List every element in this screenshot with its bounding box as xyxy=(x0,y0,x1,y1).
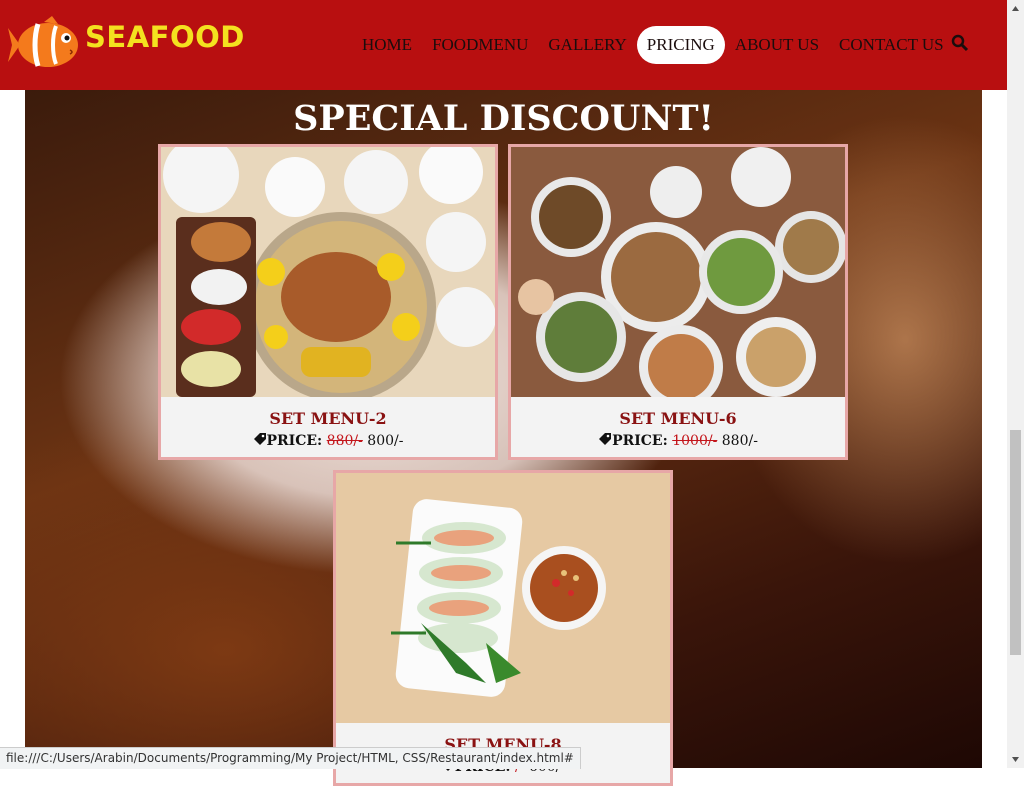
old-price: 880/- xyxy=(326,433,363,449)
price-label: PRICE: xyxy=(266,433,323,449)
scroll-down-arrow-icon[interactable] xyxy=(1007,751,1024,768)
new-price: 880/- xyxy=(721,433,758,449)
set-menu-6-image xyxy=(511,147,845,397)
scroll-up-arrow-icon[interactable] xyxy=(1007,0,1024,17)
nav-item-home[interactable]: HOME xyxy=(352,26,422,64)
menu-card-set-menu-8[interactable]: SET MENU-8 PRICE: /- 600/- xyxy=(333,470,673,786)
price-row: PRICE: 880/- 800/- xyxy=(161,432,495,449)
navbar: SEAFOOD HOME FOODMENU GALLERY PRICING AB… xyxy=(0,0,1007,90)
menu-name: SET MENU-2 xyxy=(269,409,387,428)
set-menu-2-image xyxy=(161,147,495,397)
link-status-bar: file:///C:/Users/Arabin/Documents/Progra… xyxy=(0,747,581,769)
section-title: SPECIAL DISCOUNT! xyxy=(293,98,714,139)
price-tag-icon xyxy=(599,433,612,445)
old-price: 1000/- xyxy=(672,433,718,449)
page-scrollbar[interactable] xyxy=(1007,0,1024,768)
scrollbar-thumb[interactable] xyxy=(1010,430,1021,655)
nav-item-pricing[interactable]: PRICING xyxy=(636,26,725,64)
nav-item-contact-us[interactable]: CONTACT US xyxy=(829,26,954,64)
price-row: PRICE: 1000/- 880/- xyxy=(511,432,845,449)
menu-card-set-menu-2[interactable]: SET MENU-2 PRICE: 880/- 800/- xyxy=(158,144,498,460)
menu-name: SET MENU-6 xyxy=(619,409,737,428)
main-nav: HOME FOODMENU GALLERY PRICING ABOUT US C… xyxy=(352,26,954,64)
set-menu-8-image xyxy=(336,473,670,723)
price-tag-icon xyxy=(253,433,266,445)
new-price: 800/- xyxy=(367,433,404,449)
logo-text[interactable]: SEAFOOD xyxy=(85,20,245,54)
price-label: PRICE: xyxy=(612,433,668,449)
fish-logo-icon xyxy=(8,16,78,67)
nav-item-about-us[interactable]: ABOUT US xyxy=(725,26,829,64)
menu-card-set-menu-6[interactable]: SET MENU-6 PRICE: 1000/- 880/- xyxy=(508,144,848,460)
nav-item-gallery[interactable]: GALLERY xyxy=(538,26,636,64)
search-icon[interactable] xyxy=(951,34,969,52)
nav-item-foodmenu[interactable]: FOODMENU xyxy=(422,26,538,64)
